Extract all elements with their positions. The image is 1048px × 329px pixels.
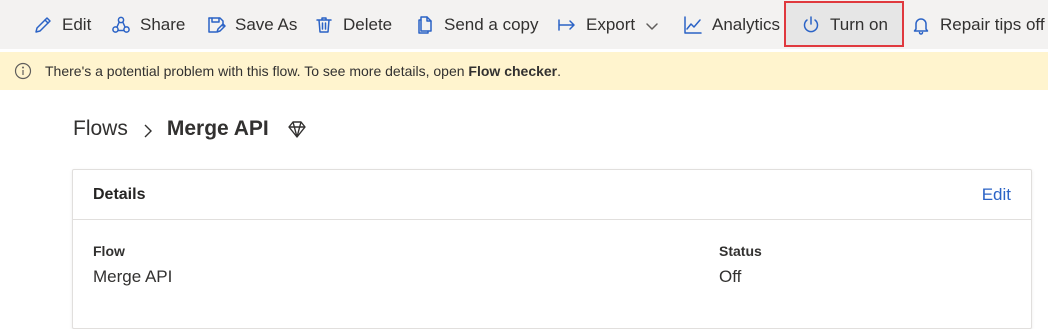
save-as-label: Save As [235, 14, 298, 34]
details-card-header: Details Edit [73, 170, 1031, 220]
edit-label: Edit [62, 14, 92, 34]
copy-icon [414, 14, 436, 36]
send-a-copy-label: Send a copy [444, 14, 539, 34]
page-title: Merge API [166, 117, 269, 140]
command-bar: Edit Share Save As Delete Send a copy Ex… [0, 0, 1048, 49]
trash-icon [313, 14, 335, 36]
turn-on-button[interactable]: Turn on [800, 0, 888, 49]
details-card: Details Edit Flow Merge API Status Off [72, 169, 1032, 329]
edit-button[interactable]: Edit [32, 0, 91, 49]
chevron-right-icon [142, 121, 154, 138]
analytics-button[interactable]: Analytics [682, 0, 780, 49]
turn-on-label: Turn on [830, 14, 888, 34]
export-icon [556, 14, 578, 36]
details-edit-link[interactable]: Edit [982, 185, 1011, 205]
share-icon [110, 14, 132, 36]
save-as-icon [205, 14, 227, 36]
flow-field-label: Flow [93, 243, 125, 259]
breadcrumb: Flows Merge API [73, 114, 307, 144]
premium-diamond-icon [287, 119, 307, 139]
send-a-copy-button[interactable]: Send a copy [414, 0, 539, 49]
banner-message: There's a potential problem with this fl… [45, 63, 465, 79]
export-label: Export [586, 14, 636, 34]
flow-field-value: Merge API [93, 267, 173, 286]
flow-warning-banner: There's a potential problem with this fl… [0, 52, 1048, 90]
status-field-label: Status [719, 243, 762, 259]
analytics-icon [682, 14, 704, 36]
delete-button[interactable]: Delete [313, 0, 392, 49]
save-as-button[interactable]: Save As [205, 0, 297, 49]
info-icon [14, 62, 32, 80]
breadcrumb-flows-link[interactable]: Flows [73, 117, 128, 141]
delete-label: Delete [343, 14, 393, 34]
pencil-icon [32, 14, 54, 36]
banner-suffix: . [557, 63, 562, 79]
details-title: Details [93, 186, 146, 203]
export-button[interactable]: Export [556, 0, 659, 49]
power-icon [800, 14, 822, 36]
status-field-value: Off [719, 267, 742, 286]
repair-tips-off-label: Repair tips off [940, 14, 1045, 34]
share-button[interactable]: Share [110, 0, 185, 49]
analytics-label: Analytics [712, 14, 781, 34]
flow-checker-link[interactable]: Flow checker [468, 63, 557, 79]
repair-tips-off-button[interactable]: Repair tips off [910, 0, 1045, 49]
share-label: Share [140, 14, 186, 34]
bell-icon [910, 14, 932, 36]
chevron-down-icon [645, 18, 659, 32]
